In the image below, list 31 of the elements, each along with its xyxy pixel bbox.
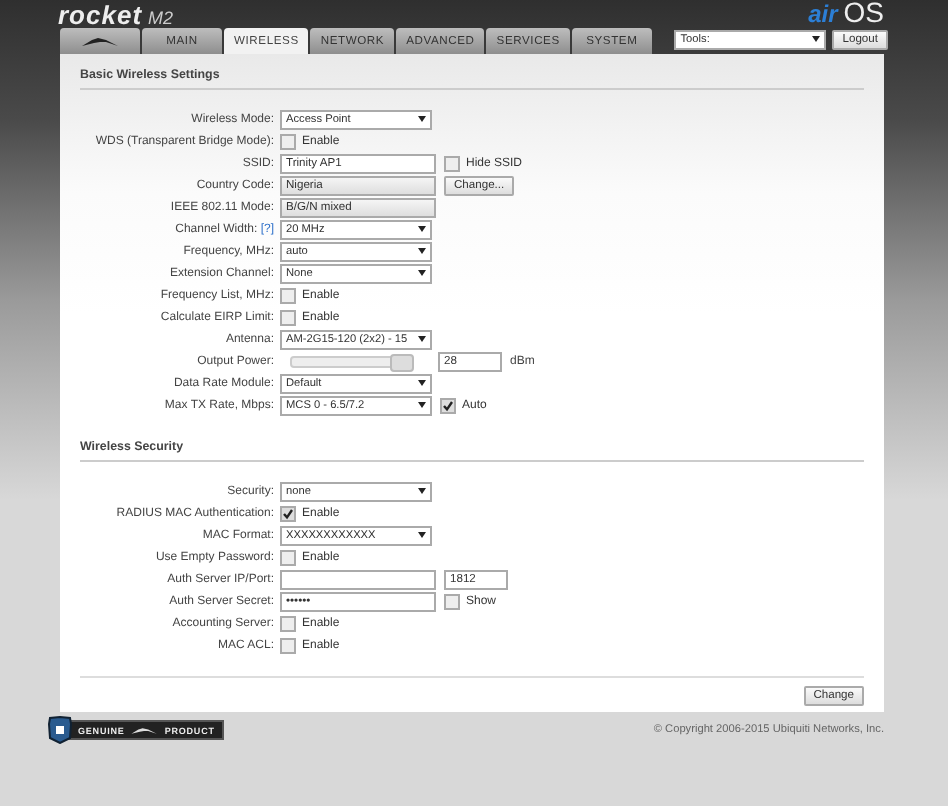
caret-icon bbox=[418, 532, 426, 538]
home-tab[interactable] bbox=[60, 28, 140, 54]
slider-handle[interactable] bbox=[390, 353, 414, 371]
model-label: M2 bbox=[148, 8, 174, 28]
caret-icon bbox=[418, 226, 426, 232]
checkbox[interactable] bbox=[280, 309, 296, 325]
caret-icon bbox=[418, 116, 426, 122]
caret-icon bbox=[418, 380, 426, 386]
checkbox[interactable] bbox=[280, 637, 296, 653]
checkbox[interactable] bbox=[444, 593, 460, 609]
caret-icon bbox=[418, 402, 426, 408]
checkbox[interactable] bbox=[280, 549, 296, 565]
checkbox[interactable] bbox=[440, 397, 456, 413]
caret-icon bbox=[418, 270, 426, 276]
caret-icon bbox=[418, 488, 426, 494]
checkbox[interactable] bbox=[444, 155, 460, 171]
power-slider[interactable] bbox=[290, 355, 414, 367]
checkbox[interactable] bbox=[280, 505, 296, 521]
antenna-logo-icon bbox=[80, 35, 120, 47]
shield-lock-icon bbox=[48, 716, 72, 744]
caret-icon bbox=[418, 248, 426, 254]
brand-suffix: OS bbox=[843, 0, 884, 26]
checkbox[interactable] bbox=[280, 615, 296, 631]
checkbox[interactable] bbox=[280, 133, 296, 149]
caret-icon bbox=[812, 36, 821, 42]
input-field[interactable] bbox=[280, 569, 436, 589]
caret-icon bbox=[418, 336, 426, 342]
brand-prefix: air bbox=[808, 2, 838, 28]
antenna-logo-icon bbox=[130, 725, 159, 735]
product-logo: rocket bbox=[58, 2, 143, 28]
checkbox[interactable] bbox=[280, 287, 296, 303]
